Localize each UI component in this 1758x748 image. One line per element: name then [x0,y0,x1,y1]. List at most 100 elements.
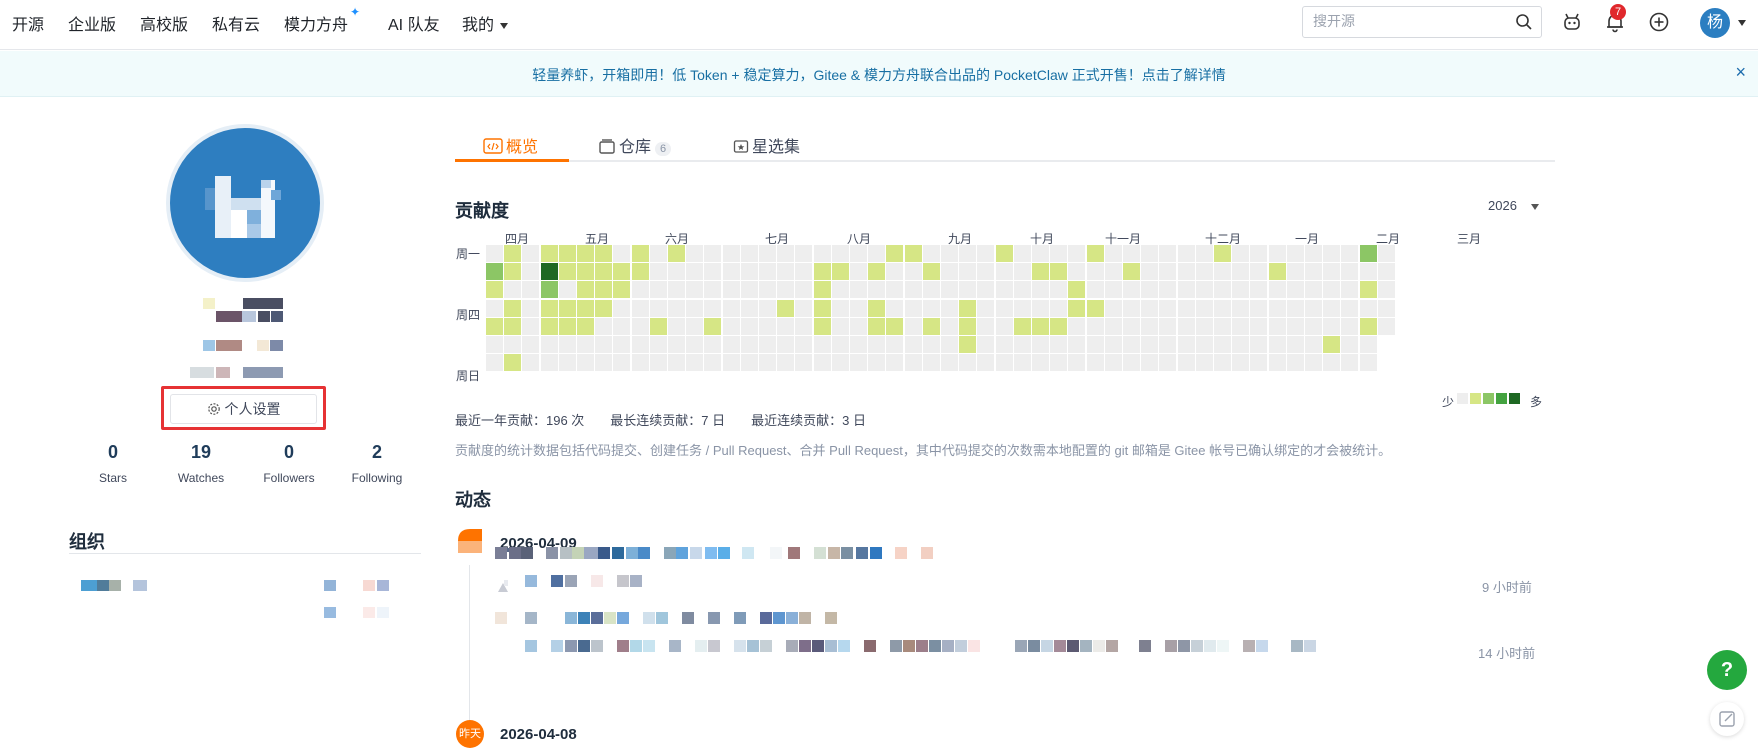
contribution-day[interactable] [1377,299,1395,317]
contribution-day[interactable] [795,317,813,335]
contribution-day[interactable] [959,336,977,353]
contribution-day[interactable] [1104,281,1122,299]
contribution-day[interactable] [1286,317,1304,335]
contribution-day[interactable] [759,263,776,281]
contribution-day[interactable] [486,317,503,335]
contribution-day[interactable] [777,317,795,335]
contribution-day[interactable] [813,263,831,281]
contribution-day[interactable] [1123,245,1140,262]
contribution-day[interactable] [722,245,740,262]
contribution-day[interactable] [595,281,613,299]
contribution-day[interactable] [631,317,649,335]
contribution-day[interactable] [1377,317,1395,335]
nav-private-cloud[interactable]: 私有云 [212,11,260,35]
contribution-day[interactable] [1104,299,1122,317]
contribution-day[interactable] [522,263,540,281]
contribution-day[interactable] [759,317,776,335]
contribution-day[interactable] [995,245,1013,262]
contribution-day[interactable] [1323,354,1341,372]
contribution-day[interactable] [704,317,722,335]
contribution-day[interactable] [1104,336,1122,353]
contribution-day[interactable] [1086,263,1104,281]
contribution-day[interactable] [613,281,631,299]
contribution-day[interactable] [686,245,704,262]
contribution-day[interactable] [1159,317,1177,335]
contribution-day[interactable] [613,299,631,317]
contribution-day[interactable] [1323,299,1341,317]
contribution-day[interactable] [1141,317,1159,335]
contribution-day[interactable] [1013,354,1031,372]
contribution-day[interactable] [1050,317,1068,335]
contribution-day[interactable] [1050,336,1068,353]
contribution-day[interactable] [1232,281,1250,299]
contribution-day[interactable] [922,281,940,299]
contribution-day[interactable] [1050,299,1068,317]
nav-ai-teammate[interactable]: AI 队友 [388,11,440,35]
contribution-day[interactable] [922,245,940,262]
contribution-day[interactable] [595,336,613,353]
contribution-day[interactable] [977,281,995,299]
contribution-day[interactable] [941,245,958,262]
contribution-day[interactable] [540,317,558,335]
tab-overview[interactable]: 概览 [483,133,538,157]
contribution-day[interactable] [1123,336,1140,353]
contribution-day[interactable] [886,299,904,317]
contribution-day[interactable] [1159,263,1177,281]
contribution-day[interactable] [868,263,886,281]
stat-watches[interactable]: 19 Watches [161,442,241,485]
contribution-day[interactable] [522,336,540,353]
contribution-day[interactable] [886,317,904,335]
contribution-day[interactable] [504,245,522,262]
contribution-day[interactable] [1341,263,1359,281]
contribution-day[interactable] [1341,336,1359,353]
contribution-day[interactable] [1104,317,1122,335]
contribution-day[interactable] [977,263,995,281]
contribution-day[interactable] [540,281,558,299]
contribution-day[interactable] [504,317,522,335]
feedback-button[interactable] [1710,702,1744,736]
contribution-day[interactable] [1305,317,1322,335]
contribution-day[interactable] [868,336,886,353]
contribution-day[interactable] [504,336,522,353]
contribution-day[interactable] [1323,336,1341,353]
contribution-day[interactable] [1086,281,1104,299]
contribution-day[interactable] [740,336,758,353]
contribution-day[interactable] [813,354,831,372]
contribution-day[interactable] [686,336,704,353]
contribution-day[interactable] [995,281,1013,299]
contribution-day[interactable] [1177,354,1195,372]
contribution-day[interactable] [1013,336,1031,353]
contribution-day[interactable] [595,245,613,262]
contribution-day[interactable] [959,317,977,335]
contribution-day[interactable] [1195,317,1213,335]
contribution-day[interactable] [1159,299,1177,317]
contribution-day[interactable] [1123,317,1140,335]
personal-settings-button[interactable]: 个人设置 [170,394,317,424]
contribution-day[interactable] [850,281,867,299]
contribution-day[interactable] [1159,245,1177,262]
contribution-day[interactable] [1250,354,1268,372]
contribution-day[interactable] [831,299,849,317]
contribution-day[interactable] [558,263,576,281]
contribution-day[interactable] [722,336,740,353]
contribution-day[interactable] [1232,336,1250,353]
contribution-day[interactable] [1177,245,1195,262]
contribution-day[interactable] [886,336,904,353]
contribution-day[interactable] [595,317,613,335]
contribution-day[interactable] [577,245,594,262]
contribution-day[interactable] [777,354,795,372]
contribution-day[interactable] [1286,336,1304,353]
contribution-day[interactable] [668,281,685,299]
contribution-day[interactable] [1141,263,1159,281]
contribution-day[interactable] [577,336,594,353]
contribution-day[interactable] [1068,336,1086,353]
contribution-day[interactable] [649,245,667,262]
contribution-day[interactable] [1323,263,1341,281]
contribution-day[interactable] [1050,354,1068,372]
contribution-day[interactable] [1086,354,1104,372]
contribution-day[interactable] [1195,263,1213,281]
contribution-day[interactable] [1123,263,1140,281]
contribution-day[interactable] [631,336,649,353]
contribution-day[interactable] [1159,336,1177,353]
contribution-day[interactable] [1232,263,1250,281]
